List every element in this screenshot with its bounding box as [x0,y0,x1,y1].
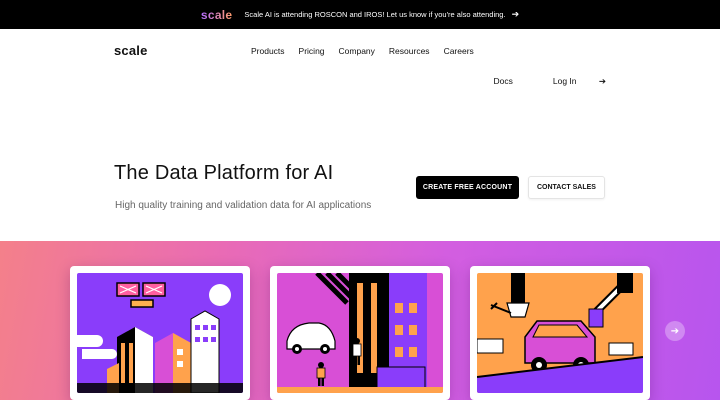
arrow-right-icon: ➔ [511,9,520,19]
carousel-next-button[interactable]: ➔ [665,321,685,341]
announcement-logo: scale [200,7,233,22]
carousel-card-1[interactable] [70,266,250,400]
login-label: Log In [552,76,577,86]
announcement-text[interactable]: Scale AI is attending ROSCON and IROS! L… [244,10,505,19]
carousel-card-3[interactable] [470,266,650,400]
arrow-right-circle-icon: ➔ [670,325,680,337]
scale-logo[interactable]: scale [114,43,148,58]
nav-item-company[interactable]: Company [339,46,375,56]
hero-subtitle: High quality training and validation dat… [115,200,372,211]
nav-item-resources[interactable]: Resources [389,46,430,56]
contact-sales-button[interactable]: CONTACT SALES [528,176,605,199]
main-nav: Products Pricing Company Resources Caree… [251,46,488,56]
secondary-nav: Docs Log In ➔ [473,76,606,87]
nav-item-pricing[interactable]: Pricing [299,46,325,56]
carousel-card-2[interactable] [270,266,450,400]
nav-item-products[interactable]: Products [251,46,285,56]
create-account-button[interactable]: CREATE FREE ACCOUNT [416,176,519,199]
autonomous-car-street-illustration [277,273,443,393]
login-arrow-icon: ➔ [598,76,606,86]
aerial-city-drone-illustration [77,273,243,393]
hero-title: The Data Platform for AI [114,162,334,184]
login-link[interactable]: Log In ➔ [533,76,606,87]
announcement-bar[interactable]: scale Scale AI is attending ROSCON and I… [0,0,720,29]
robot-arm-car-assembly-illustration [477,273,643,393]
nav-item-careers[interactable]: Careers [444,46,474,56]
docs-link[interactable]: Docs [493,76,512,87]
